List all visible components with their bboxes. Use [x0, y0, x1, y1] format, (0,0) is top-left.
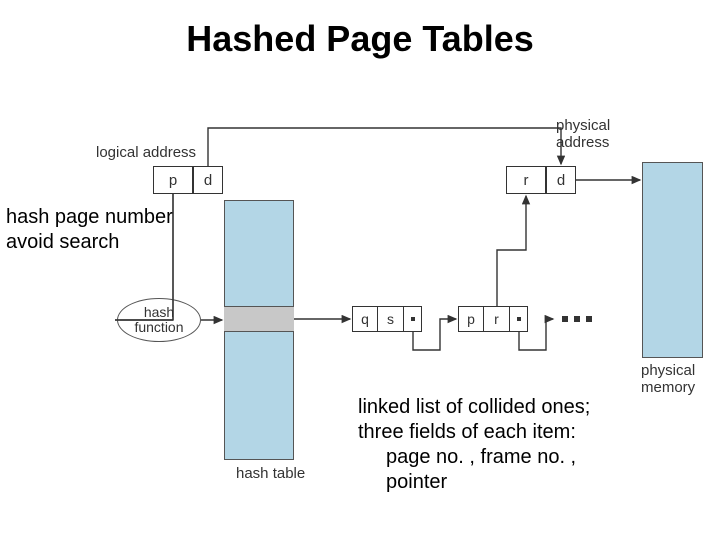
label-logical-address: logical address: [96, 144, 196, 161]
node-field-page: p: [458, 306, 484, 332]
page-title: Hashed Page Tables: [0, 18, 720, 60]
annotation-line: pointer: [358, 470, 590, 495]
annotation-line: hash page number: [6, 205, 173, 230]
physical-memory: [642, 162, 703, 358]
label-physical-address: physical address: [556, 117, 610, 151]
annotation-hash-page-number: hash page number avoid search: [6, 205, 173, 255]
label-hash-table: hash table: [236, 465, 305, 482]
list-node-1: q s: [352, 306, 422, 332]
annotation-line: three fields of each item:: [358, 420, 590, 445]
node-field-pointer: [404, 306, 422, 332]
list-node-2: p r: [458, 306, 528, 332]
hash-table-entry: [224, 306, 294, 332]
hash-function-label: hash function: [134, 305, 183, 334]
physical-address-r: r: [506, 166, 546, 194]
hash-function: hash function: [117, 298, 201, 342]
node-field-page: q: [352, 306, 378, 332]
annotation-line: page no. , frame no. ,: [358, 445, 590, 470]
node-field-frame: s: [378, 306, 404, 332]
bullet-icon: [517, 317, 521, 321]
label-physical-memory: physical memory: [641, 362, 695, 396]
physical-address-d: d: [546, 166, 576, 194]
logical-address-p: p: [153, 166, 193, 194]
ellipsis-icon: [555, 298, 599, 340]
node-field-pointer: [510, 306, 528, 332]
node-field-frame: r: [484, 306, 510, 332]
bullet-icon: [411, 317, 415, 321]
annotation-linked-list: linked list of collided ones; three fiel…: [358, 395, 590, 495]
annotation-line: avoid search: [6, 230, 173, 255]
annotation-line: linked list of collided ones;: [358, 395, 590, 420]
logical-address-d: d: [193, 166, 223, 194]
